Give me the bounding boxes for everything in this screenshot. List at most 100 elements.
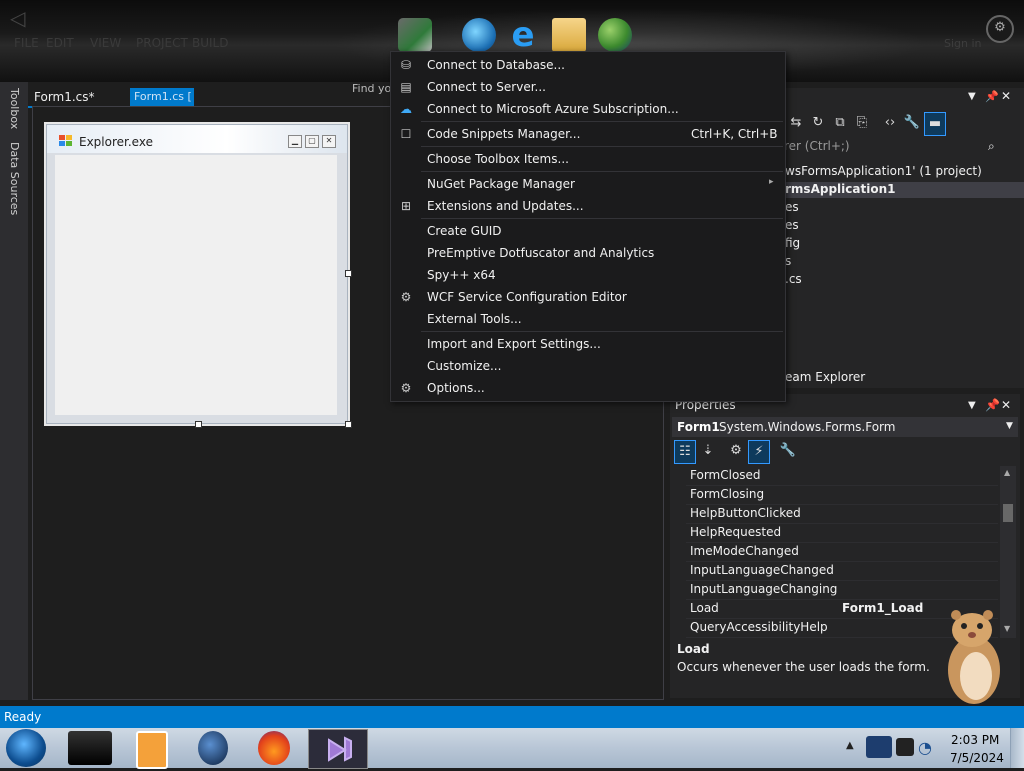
menu-view[interactable]: VIEW: [90, 36, 121, 50]
chevron-down-icon[interactable]: ▼: [1006, 421, 1013, 431]
tab-form1-code[interactable]: Form1.cs*: [28, 88, 134, 108]
property-row[interactable]: HelpButtonClicked: [686, 504, 998, 524]
object-selector[interactable]: Form1 System.Windows.Forms.Form ▼: [672, 417, 1018, 437]
categorized-icon[interactable]: ☷: [674, 440, 696, 464]
chevron-down-icon[interactable]: ▼: [968, 91, 976, 102]
form-title: Explorer.exe: [79, 135, 153, 149]
close-panel-icon[interactable]: ✕: [1001, 398, 1011, 412]
menu-item-customize[interactable]: Customize...: [391, 355, 785, 377]
menu-item-nuget[interactable]: NuGet Package Manager ▸: [391, 173, 785, 195]
property-row[interactable]: ImeModeChanged: [686, 542, 998, 562]
scroll-up-icon[interactable]: ▲: [1004, 468, 1010, 477]
sync-icon[interactable]: ⇆: [786, 112, 806, 134]
property-name: QueryAccessibilityHelp: [690, 620, 828, 634]
menu-item-connect-azure[interactable]: ☁ Connect to Microsoft Azure Subscriptio…: [391, 98, 785, 120]
close-icon[interactable]: ✕: [322, 135, 336, 148]
menu-item-choose-toolbox[interactable]: Choose Toolbox Items...: [391, 148, 785, 170]
menu-item-spy[interactable]: Spy++ x64: [391, 264, 785, 286]
resize-handle-bottom[interactable]: [195, 421, 202, 428]
tree-item[interactable]: fig: [785, 236, 800, 250]
property-row[interactable]: HelpRequested: [686, 523, 998, 543]
resize-handle-corner[interactable]: [345, 421, 352, 428]
menu-edit[interactable]: EDIT: [46, 36, 74, 50]
property-row[interactable]: FormClosing: [686, 485, 998, 505]
scroll-thumb[interactable]: [1003, 504, 1013, 522]
tree-item[interactable]: es: [785, 200, 799, 214]
menu-build[interactable]: BUILD: [192, 36, 228, 50]
menu-item-dotfuscator[interactable]: PreEmptive Dotfuscator and Analytics: [391, 242, 785, 264]
folder-icon[interactable]: [552, 18, 586, 52]
pin-icon[interactable]: 📌: [985, 398, 1000, 412]
firefox-icon[interactable]: [258, 731, 290, 765]
property-value[interactable]: Form1_Load: [842, 601, 923, 615]
property-pages-icon[interactable]: ⚙: [726, 440, 746, 462]
menu-project[interactable]: PROJECT: [136, 36, 188, 50]
menu-item-options[interactable]: ⚙ Options...: [391, 377, 785, 399]
tab-toolbox[interactable]: Toolbox: [8, 88, 21, 129]
wrench-icon[interactable]: 🔧: [778, 440, 798, 462]
property-row[interactable]: InputLanguageChanged: [686, 561, 998, 581]
clock-date[interactable]: 7/5/2024: [950, 751, 1004, 765]
preview-icon[interactable]: ▬: [924, 112, 946, 136]
app-installer-icon[interactable]: [398, 18, 432, 52]
menu-item-wcf-editor[interactable]: ⚙ WCF Service Configuration Editor: [391, 286, 785, 308]
menu-separator: [421, 331, 783, 332]
tray-network-icon[interactable]: [896, 738, 914, 756]
form-client-area[interactable]: [55, 155, 337, 415]
tree-item[interactable]: es: [785, 218, 799, 232]
menu-item-label: PreEmptive Dotfuscator and Analytics: [427, 246, 655, 260]
menu-item-code-snippets[interactable]: ☐ Code Snippets Manager... Ctrl+K, Ctrl+…: [391, 123, 785, 145]
gear-icon: ⚙: [400, 381, 412, 395]
network-globe-icon[interactable]: [462, 18, 496, 52]
show-desktop-button[interactable]: [1010, 728, 1024, 768]
events-icon[interactable]: ⚡: [748, 440, 770, 464]
view-code-icon[interactable]: ‹›: [880, 112, 900, 134]
resize-handle-right[interactable]: [345, 270, 352, 277]
sign-in-link[interactable]: Sign in: [944, 37, 982, 50]
taskbar-app-icon[interactable]: [68, 731, 112, 765]
maximize-icon[interactable]: ▢: [305, 135, 319, 148]
tab-form1-design[interactable]: Form1.cs [: [130, 88, 194, 106]
solution-search-input[interactable]: rer (Ctrl+;): [784, 139, 1020, 157]
visual-studio-taskbar-icon[interactable]: [308, 729, 368, 769]
refresh-icon[interactable]: ↻: [808, 112, 828, 134]
gear-icon[interactable]: ⚙: [986, 15, 1014, 43]
menu-item-label: Extensions and Updates...: [427, 199, 584, 213]
chevron-down-icon[interactable]: ▼: [968, 400, 976, 411]
visual-studio-logo-icon: ◁: [10, 6, 26, 30]
property-name: ImeModeChanged: [690, 544, 799, 558]
menu-item-import-export[interactable]: Import and Export Settings...: [391, 333, 785, 355]
collapse-icon[interactable]: ⧉: [830, 112, 850, 134]
project-node[interactable]: rmsApplication1: [785, 182, 1024, 198]
tab-data-sources[interactable]: Data Sources: [8, 142, 21, 215]
tree-item[interactable]: .cs: [785, 272, 802, 286]
show-files-icon[interactable]: ⎘: [852, 112, 872, 134]
property-row[interactable]: InputLanguageChanging: [686, 580, 998, 600]
minimize-icon[interactable]: ▁: [288, 135, 302, 148]
menu-file[interactable]: FILE: [14, 36, 39, 50]
menu-item-connect-database[interactable]: ⛁ Connect to Database...: [391, 54, 785, 76]
tray-app-icon[interactable]: [866, 736, 892, 758]
menu-item-extensions[interactable]: ⊞ Extensions and Updates...: [391, 195, 785, 217]
globe-app-icon[interactable]: [198, 731, 228, 765]
start-button-icon[interactable]: [6, 729, 46, 767]
properties-icon[interactable]: 🔧: [902, 112, 922, 134]
menu-separator: [421, 218, 783, 219]
close-panel-icon[interactable]: ✕: [1001, 89, 1011, 103]
tray-volume-icon[interactable]: ◔: [918, 738, 932, 757]
users-icon[interactable]: [598, 18, 632, 52]
search-icon[interactable]: ⌕: [988, 139, 995, 154]
clock-time[interactable]: 2:03 PM: [951, 733, 999, 747]
menu-item-create-guid[interactable]: Create GUID: [391, 220, 785, 242]
internet-explorer-icon[interactable]: e: [506, 18, 540, 52]
alphabetical-icon[interactable]: ⇣: [698, 440, 718, 462]
solution-node[interactable]: wsFormsApplication1' (1 project): [785, 164, 982, 178]
tray-expand-icon[interactable]: ▲: [846, 740, 854, 751]
form-preview[interactable]: Explorer.exe ▁ ▢ ✕: [46, 124, 348, 424]
media-player-icon[interactable]: [136, 731, 168, 769]
tab-team-explorer[interactable]: eam Explorer: [785, 370, 865, 384]
menu-item-connect-server[interactable]: ▤ Connect to Server...: [391, 76, 785, 98]
pin-icon[interactable]: 📌: [985, 90, 999, 103]
menu-item-external-tools[interactable]: External Tools...: [391, 308, 785, 330]
property-row[interactable]: FormClosed: [686, 466, 998, 486]
